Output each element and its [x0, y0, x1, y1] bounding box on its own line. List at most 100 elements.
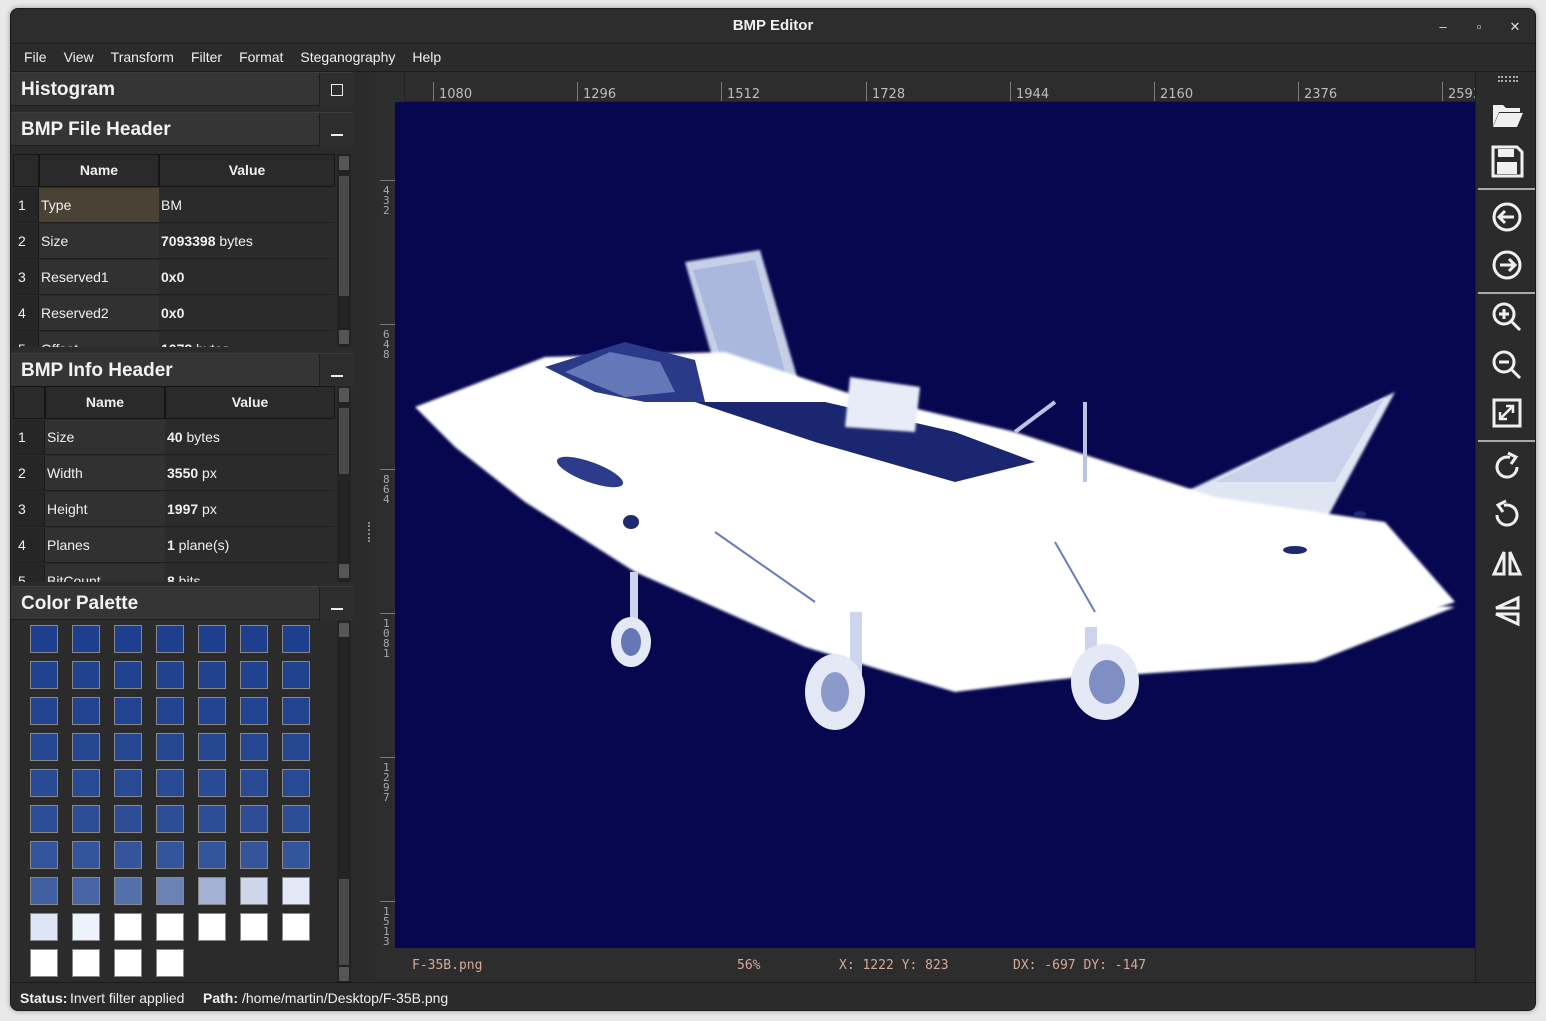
table-row[interactable]: 5 BitCount 8 bits — [13, 564, 335, 582]
palette-scrollbar[interactable] — [337, 621, 351, 982]
palette-swatch[interactable] — [72, 841, 100, 869]
palette-swatch[interactable] — [198, 769, 226, 797]
menu-view[interactable]: View — [64, 44, 94, 65]
palette-swatch[interactable] — [282, 697, 310, 725]
table-row[interactable]: 5 Offset 1078 bytes — [13, 332, 335, 347]
palette-swatch[interactable] — [198, 661, 226, 689]
palette-swatch[interactable] — [282, 913, 310, 941]
minimize-button[interactable]: – — [1433, 17, 1453, 37]
column-header-value[interactable]: Value — [165, 386, 335, 419]
palette-swatch[interactable] — [282, 841, 310, 869]
color-palette-minimize-button[interactable] — [319, 587, 353, 621]
palette-swatch[interactable] — [156, 841, 184, 869]
palette-swatch[interactable] — [30, 769, 58, 797]
palette-swatch[interactable] — [198, 805, 226, 833]
flip-horizontal-icon[interactable] — [1488, 544, 1526, 582]
table-row[interactable]: 3 Height 1997 px — [13, 492, 335, 528]
toolbar-grip[interactable] — [1498, 76, 1518, 82]
palette-swatch[interactable] — [240, 769, 268, 797]
menu-steganography[interactable]: Steganography — [300, 44, 395, 65]
palette-swatch[interactable] — [72, 805, 100, 833]
palette-swatch[interactable] — [198, 697, 226, 725]
palette-swatch[interactable] — [114, 625, 142, 653]
palette-swatch[interactable] — [30, 733, 58, 761]
palette-swatch[interactable] — [282, 625, 310, 653]
palette-swatch[interactable] — [72, 661, 100, 689]
palette-swatch[interactable] — [30, 697, 58, 725]
menu-filter[interactable]: Filter — [191, 44, 222, 65]
palette-swatch[interactable] — [156, 625, 184, 653]
open-icon[interactable] — [1488, 94, 1526, 132]
palette-swatch[interactable] — [114, 769, 142, 797]
palette-swatch[interactable] — [198, 733, 226, 761]
palette-swatch[interactable] — [156, 913, 184, 941]
table-row[interactable]: 2 Width 3550 px — [13, 456, 335, 492]
file-header-scrollbar[interactable] — [337, 154, 351, 347]
histogram-restore-button[interactable] — [319, 73, 353, 107]
palette-swatch[interactable] — [30, 625, 58, 653]
palette-swatch[interactable] — [72, 877, 100, 905]
palette-swatch[interactable] — [282, 733, 310, 761]
palette-swatch[interactable] — [156, 661, 184, 689]
menu-help[interactable]: Help — [412, 44, 441, 65]
palette-swatch[interactable] — [30, 661, 58, 689]
column-header-name[interactable]: Name — [39, 154, 159, 187]
zoom-out-icon[interactable] — [1488, 346, 1526, 384]
fit-icon[interactable] — [1488, 394, 1526, 432]
palette-swatch[interactable] — [114, 733, 142, 761]
palette-swatch[interactable] — [30, 841, 58, 869]
column-header-value[interactable]: Value — [159, 154, 335, 187]
info-header-minimize-button[interactable] — [319, 354, 353, 388]
palette-swatch[interactable] — [114, 661, 142, 689]
palette-swatch[interactable] — [72, 625, 100, 653]
table-row[interactable]: 1 Size 40 bytes — [13, 420, 335, 456]
palette-swatch[interactable] — [240, 697, 268, 725]
palette-swatch[interactable] — [114, 877, 142, 905]
column-header-name[interactable]: Name — [45, 386, 165, 419]
close-button[interactable]: ✕ — [1505, 17, 1525, 37]
flip-vertical-icon[interactable] — [1488, 592, 1526, 630]
palette-swatch[interactable] — [72, 697, 100, 725]
menu-format[interactable]: Format — [239, 44, 283, 65]
rotate-cw-icon[interactable] — [1488, 448, 1526, 486]
maximize-button[interactable]: ▫ — [1469, 17, 1489, 37]
palette-swatch[interactable] — [198, 625, 226, 653]
palette-swatch[interactable] — [114, 697, 142, 725]
palette-swatch[interactable] — [282, 805, 310, 833]
palette-swatch[interactable] — [198, 877, 226, 905]
palette-swatch[interactable] — [72, 949, 100, 977]
palette-swatch[interactable] — [156, 949, 184, 977]
palette-swatch[interactable] — [156, 805, 184, 833]
palette-swatch[interactable] — [156, 877, 184, 905]
menu-file[interactable]: File — [24, 44, 47, 65]
table-row[interactable]: 4 Reserved2 0x0 — [13, 296, 335, 332]
palette-swatch[interactable] — [282, 877, 310, 905]
palette-swatch[interactable] — [72, 913, 100, 941]
palette-swatch[interactable] — [198, 913, 226, 941]
rotate-ccw-icon[interactable] — [1488, 496, 1526, 534]
palette-swatch[interactable] — [72, 733, 100, 761]
table-row[interactable]: 1 Type BM — [13, 188, 335, 224]
palette-swatch[interactable] — [30, 913, 58, 941]
palette-swatch[interactable] — [240, 661, 268, 689]
palette-swatch[interactable] — [114, 805, 142, 833]
palette-swatch[interactable] — [30, 949, 58, 977]
palette-swatch[interactable] — [282, 661, 310, 689]
table-row[interactable]: 4 Planes 1 plane(s) — [13, 528, 335, 564]
palette-swatch[interactable] — [282, 769, 310, 797]
redo-icon[interactable] — [1488, 246, 1526, 284]
palette-swatch[interactable] — [72, 769, 100, 797]
palette-swatch[interactable] — [198, 841, 226, 869]
palette-swatch[interactable] — [30, 805, 58, 833]
palette-swatch[interactable] — [114, 913, 142, 941]
palette-swatch[interactable] — [156, 733, 184, 761]
info-header-scrollbar[interactable] — [337, 386, 351, 582]
undo-icon[interactable] — [1488, 198, 1526, 236]
palette-swatch[interactable] — [114, 841, 142, 869]
menu-transform[interactable]: Transform — [111, 44, 174, 65]
table-row[interactable]: 3 Reserved1 0x0 — [13, 260, 335, 296]
file-header-minimize-button[interactable] — [319, 113, 353, 147]
palette-swatch[interactable] — [240, 805, 268, 833]
palette-swatch[interactable] — [30, 877, 58, 905]
palette-swatch[interactable] — [156, 769, 184, 797]
